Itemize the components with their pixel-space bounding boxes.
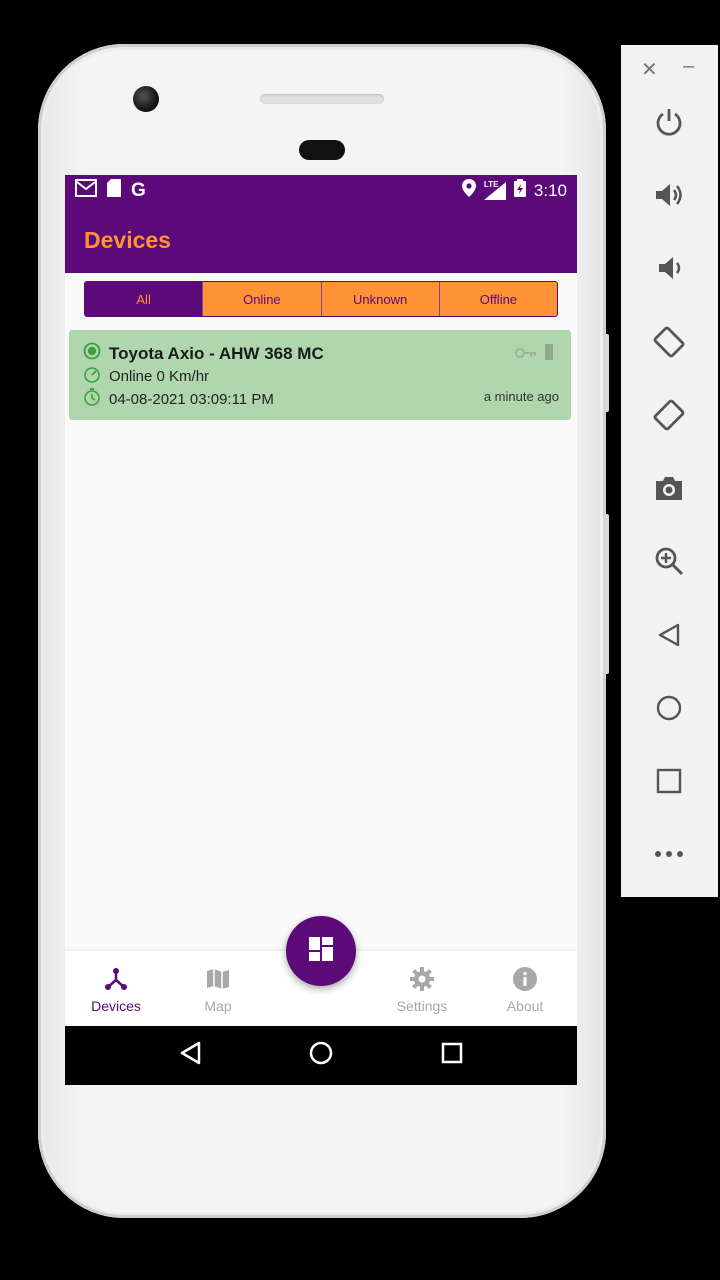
google-icon: G — [131, 179, 146, 201]
dashboard-icon — [309, 936, 333, 966]
device-timestamp: 04-08-2021 03:09:11 PM — [109, 391, 274, 408]
timer-icon — [83, 388, 101, 411]
rotate-left-icon[interactable] — [647, 320, 691, 364]
device-battery-icon — [545, 344, 553, 365]
speedometer-icon — [83, 365, 101, 388]
back-icon[interactable] — [647, 613, 691, 657]
rotate-right-icon[interactable] — [647, 393, 691, 437]
devices-icon — [104, 967, 128, 994]
emulator-toolbar: ✕ – — [621, 45, 718, 897]
phone-screen: G LTE 3:10 Devices All Online Unknown Of… — [65, 175, 577, 1085]
volume-up-icon[interactable] — [647, 173, 691, 217]
system-back-icon[interactable] — [179, 1041, 201, 1070]
gear-icon — [410, 967, 434, 994]
filter-offline[interactable]: Offline — [438, 282, 557, 316]
system-overview-icon[interactable] — [441, 1042, 463, 1069]
nav-map[interactable]: Map — [167, 967, 269, 1014]
gmail-icon — [75, 179, 97, 202]
device-status-speed: Online 0 Km/hr — [109, 368, 210, 385]
filter-online[interactable]: Online — [202, 282, 320, 316]
device-card[interactable]: Toyota Axio - AHW 368 MC Online 0 Km/hr … — [69, 330, 571, 420]
nav-devices[interactable]: Devices — [65, 967, 167, 1014]
filter-segmented-control: All Online Unknown Offline — [84, 281, 558, 317]
minimize-icon[interactable]: – — [683, 55, 694, 78]
dashboard-fab[interactable] — [286, 916, 356, 986]
clock: 3:10 — [533, 180, 567, 200]
system-navigation-bar — [65, 1026, 577, 1085]
nav-settings-label: Settings — [396, 998, 448, 1014]
volume-down-icon[interactable] — [647, 246, 691, 290]
map-icon — [206, 967, 230, 994]
home-icon[interactable] — [647, 686, 691, 730]
camera-icon[interactable] — [647, 466, 691, 510]
zoom-icon[interactable] — [647, 539, 691, 583]
filter-all[interactable]: All — [85, 282, 203, 316]
online-status-icon — [83, 342, 101, 365]
battery-icon — [513, 179, 526, 202]
nav-map-label: Map — [204, 998, 232, 1014]
lte-signal-icon: LTE — [483, 180, 506, 200]
overview-icon[interactable] — [647, 759, 691, 803]
info-icon — [513, 967, 537, 994]
system-home-icon[interactable] — [309, 1041, 333, 1070]
power-icon[interactable] — [647, 100, 691, 144]
more-icon[interactable] — [647, 832, 691, 876]
device-name: Toyota Axio - AHW 368 MC — [109, 343, 324, 363]
sd-card-icon — [107, 179, 121, 202]
ignition-key-icon — [515, 346, 537, 364]
nav-settings[interactable]: Settings — [371, 967, 473, 1014]
nav-about[interactable]: About — [474, 967, 576, 1014]
nav-about-label: About — [506, 998, 544, 1014]
front-camera — [133, 86, 159, 112]
location-icon — [461, 179, 476, 202]
proximity-sensor — [299, 140, 345, 160]
last-update-relative: a minute ago — [483, 389, 559, 404]
earpiece — [260, 94, 384, 104]
status-bar: G LTE 3:10 — [65, 175, 577, 205]
filter-unknown[interactable]: Unknown — [320, 282, 439, 316]
app-bar: Devices — [65, 205, 577, 273]
phone-side-button — [603, 334, 609, 412]
close-icon[interactable]: ✕ — [641, 57, 658, 82]
phone-volume-rocker — [603, 514, 609, 674]
nav-devices-label: Devices — [91, 998, 141, 1014]
page-title: Devices — [84, 227, 171, 253]
